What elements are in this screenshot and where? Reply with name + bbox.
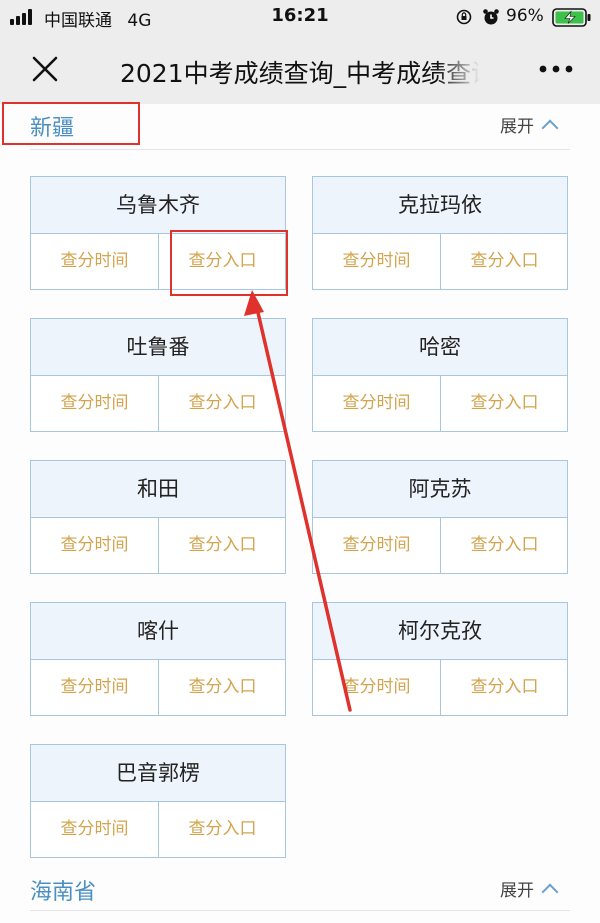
city-name: 柯尔克孜 <box>313 603 567 660</box>
expand-label: 展开 <box>500 117 534 137</box>
section-header-xinjiang: 新疆 展开 <box>0 104 600 152</box>
section-title[interactable]: 海南省 <box>30 874 96 906</box>
divider <box>30 910 570 911</box>
status-bar: 中国联通 4G 16:21 96% <box>0 0 600 34</box>
query-time-button[interactable]: 查分时间 <box>313 660 441 715</box>
page-title: 2021中考成绩查询_中考成绩查询 <box>120 59 480 88</box>
city-card: 喀什 查分时间 查分入口 <box>30 602 286 716</box>
city-card: 乌鲁木齐 查分时间 查分入口 <box>30 176 286 290</box>
battery-charging-icon <box>552 8 591 27</box>
city-name: 克拉玛依 <box>313 177 567 234</box>
query-entry-button[interactable]: 查分入口 <box>441 376 568 431</box>
city-card: 柯尔克孜 查分时间 查分入口 <box>312 602 568 716</box>
query-entry-button[interactable]: 查分入口 <box>159 660 286 715</box>
city-name: 喀什 <box>31 603 285 660</box>
query-time-button[interactable]: 查分时间 <box>31 518 159 573</box>
query-time-button[interactable]: 查分时间 <box>31 802 159 857</box>
city-name: 巴音郭楞 <box>31 745 285 802</box>
city-card: 哈密 查分时间 查分入口 <box>312 318 568 432</box>
city-name: 阿克苏 <box>313 461 567 518</box>
section-title[interactable]: 新疆 <box>30 110 74 142</box>
query-entry-button[interactable]: 查分入口 <box>159 376 286 431</box>
query-entry-button[interactable]: 查分入口 <box>441 234 568 289</box>
query-entry-button[interactable]: 查分入口 <box>441 660 568 715</box>
query-time-button[interactable]: 查分时间 <box>313 234 441 289</box>
city-name: 乌鲁木齐 <box>31 177 285 234</box>
section-header-hainan: 海南省 展开 <box>0 868 600 916</box>
query-time-button[interactable]: 查分时间 <box>313 376 441 431</box>
city-card: 阿克苏 查分时间 查分入口 <box>312 460 568 574</box>
battery-percent: 96% <box>506 6 544 26</box>
query-time-button[interactable]: 查分时间 <box>313 518 441 573</box>
expand-toggle[interactable]: 展开 <box>500 876 559 901</box>
chevron-up-icon <box>541 119 559 137</box>
query-time-button[interactable]: 查分时间 <box>31 660 159 715</box>
city-name: 和田 <box>31 461 285 518</box>
query-entry-button[interactable]: 查分入口 <box>159 234 286 289</box>
content-area: 新疆 展开 乌鲁木齐 查分时间 查分入口 克拉玛依 查分时间 查分入口 吐鲁番 … <box>0 102 600 923</box>
query-time-button[interactable]: 查分时间 <box>31 234 159 289</box>
city-name: 吐鲁番 <box>31 319 285 376</box>
query-time-button[interactable]: 查分时间 <box>31 376 159 431</box>
city-card: 吐鲁番 查分时间 查分入口 <box>30 318 286 432</box>
divider <box>30 149 570 150</box>
chevron-up-icon <box>541 883 559 901</box>
more-icon[interactable] <box>538 64 574 74</box>
expand-label: 展开 <box>500 881 534 901</box>
city-card: 克拉玛依 查分时间 查分入口 <box>312 176 568 290</box>
navigation-bar: 2021中考成绩查询_中考成绩查询 <box>0 34 600 104</box>
city-card: 和田 查分时间 查分入口 <box>30 460 286 574</box>
close-icon[interactable] <box>30 54 60 84</box>
query-entry-button[interactable]: 查分入口 <box>159 518 286 573</box>
expand-toggle[interactable]: 展开 <box>500 112 559 137</box>
city-card: 巴音郭楞 查分时间 查分入口 <box>30 744 286 858</box>
city-name: 哈密 <box>313 319 567 376</box>
rotation-lock-icon <box>456 9 472 25</box>
query-entry-button[interactable]: 查分入口 <box>159 802 286 857</box>
alarm-icon <box>483 9 499 25</box>
query-entry-button[interactable]: 查分入口 <box>441 518 568 573</box>
